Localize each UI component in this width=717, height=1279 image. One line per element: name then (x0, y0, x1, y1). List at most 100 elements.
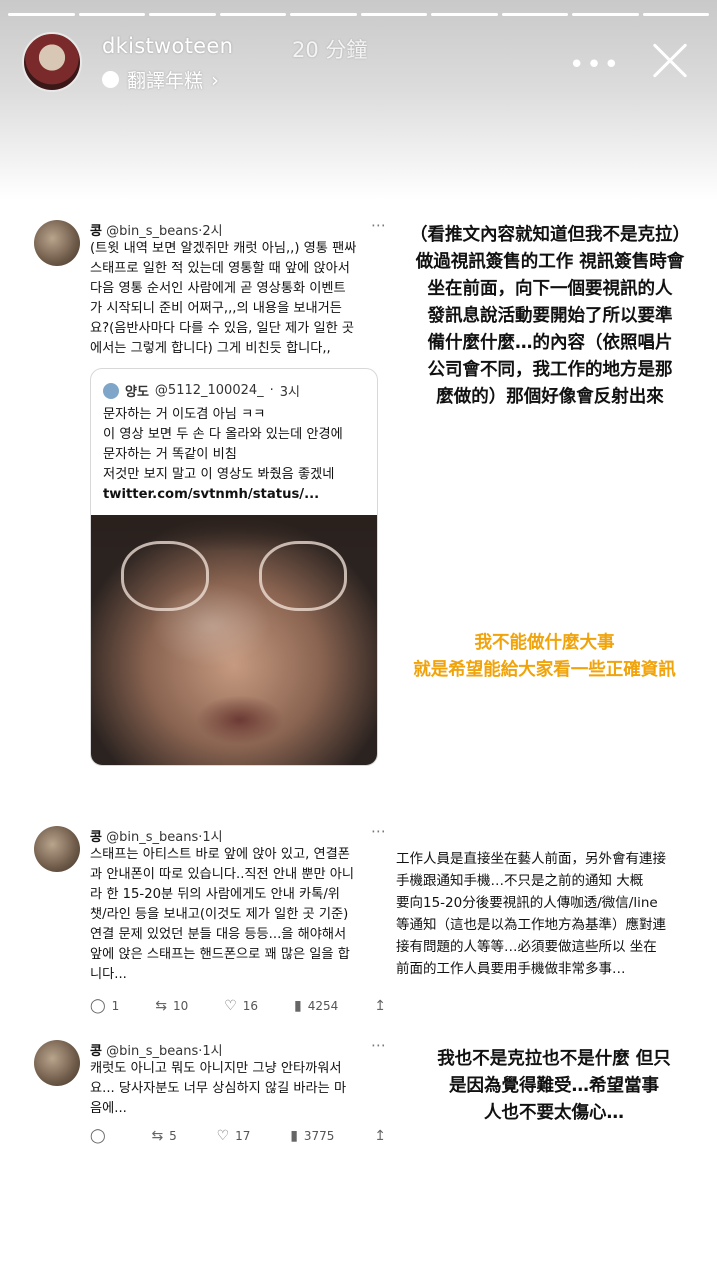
caption-line: 工作人員是直接坐在藝人前面，另外會有連接 (396, 851, 666, 867)
tweet-avatar (34, 220, 80, 266)
caption-translation-2: 工作人員是直接坐在藝人前面，另外會有連接 手機跟通知手機…不只是之前的通知 大概… (396, 848, 696, 980)
quoted-line: 문자하는 거 이도겸 아님 ㅋㅋ (103, 407, 266, 422)
chevron-right-icon: › (211, 67, 220, 92)
tweet-more-icon[interactable]: ⋯ (371, 1036, 386, 1054)
tweet-line: 다음 영통 순서인 사람에게 곧 영상통화 이벤트 (90, 281, 346, 296)
tweet-line: 에서는 그렇게 합니다) 그게 비친듯 합니다,, (90, 341, 331, 356)
caption-line: 麼做的）那個好像會反射出來 (436, 387, 664, 407)
caption-line: 發訊息說活動要開始了所以要準 (427, 306, 673, 326)
retweet-button[interactable]: ⇆ 10 (155, 998, 188, 1014)
retweet-button[interactable]: ⇆ 5 (151, 1128, 176, 1144)
tweet-time: 1시 (202, 1044, 223, 1059)
progress-segment (501, 13, 568, 16)
translate-link[interactable]: 翻譯年糕 › (102, 66, 219, 93)
quoted-line: 문자하는 거 똑같이 비침 (103, 447, 237, 462)
caption-line: （看推文內容就知道但我不是克拉） (410, 225, 690, 245)
tweet-handle: @bin_s_beans (106, 830, 199, 845)
quoted-link[interactable]: twitter.com/svtnmh/status/... (103, 485, 369, 505)
caption-line: 前面的工作人員要用手機做非常多事… (396, 961, 626, 977)
views-button[interactable]: ▮ 3775 (290, 1128, 334, 1144)
tweet-line: 캐럿도 아니고 뭐도 아니지만 그냥 안타까워서 (90, 1061, 342, 1076)
quoted-tweet[interactable]: 양도 @5112_100024_ · 3시 문자하는 거 이도겸 아님 ㅋㅋ 이 영… (90, 368, 378, 766)
tweet-actions: ◯ ⇆ 5 ♡ 17 ▮ 3775 ↥ (90, 1128, 386, 1144)
glasses-right-lens (259, 541, 347, 611)
caption-line: 要向15-20分後要視訊的人傳咖透/微信/line (396, 895, 658, 911)
tweet-line: 니다... (90, 967, 127, 982)
caption-line: 我也不是克拉也不是什麼 但只 (437, 1049, 671, 1069)
tweet-line: 과 안내폰이 따로 있습니다..직전 안내 뿐만 아니 (90, 867, 355, 882)
tweet-line: 챗/라인 등을 보내고(이것도 제가 일한 곳 기준) (90, 907, 349, 922)
translate-icon (102, 71, 119, 88)
more-dots-icon[interactable]: ••• (569, 50, 621, 80)
like-count: 17 (235, 1129, 251, 1143)
story-header: dkistwoteen 20 分鐘 翻譯年糕 › ••• (22, 28, 703, 98)
story-progress-bar (8, 13, 709, 16)
tweet-actions: ◯ 1 ⇆ 10 ♡ 16 ▮ 4254 ↥ (90, 998, 386, 1014)
caption-line: 等通知（這也是以為工作地方為基準）應對連 (396, 917, 666, 933)
quoted-line: 저것만 보지 말고 이 영상도 봐줬음 좋겠네 (103, 467, 335, 482)
quoted-author-name: 양도 (125, 385, 149, 400)
tweet-card: 콩 @bin_s_beans·2시 ⋯ (트윗 내역 보면 알겠쥐만 캐럿 아님… (34, 216, 386, 780)
view-count: 3775 (303, 1129, 335, 1143)
glasses-left-lens (121, 541, 209, 611)
progress-segment (290, 13, 357, 16)
bar-chart-icon: ▮ (294, 998, 302, 1014)
tweet-more-icon[interactable]: ⋯ (371, 216, 386, 234)
tweet-line: 스태프는 아티스트 바로 앞에 앉아 있고, 연결폰 (90, 847, 350, 862)
caption-line: 做過視訊簽售的工作 視訊簽售時會 (415, 252, 685, 272)
tweet-card: 콩 @bin_s_beans·1시 ⋯ 스태프는 아티스트 바로 앞에 앉아 있… (34, 822, 386, 1016)
tweet-author-name: 콩 (90, 224, 102, 239)
tweet-line: 요?(음반사마다 다를 수 있음, 일단 제가 일한 곳 (90, 321, 355, 336)
tweet-handle: @bin_s_beans (106, 224, 199, 239)
heart-icon: ♡ (216, 1128, 230, 1144)
tweet-text: 캐럿도 아니고 뭐도 아니지만 그냥 안타까워서 요... 당사자분도 너무 상… (90, 1059, 386, 1119)
tweet-line: 연결 문제 있었던 분들 대응 등등...을 해야해서 (90, 927, 347, 942)
quoted-time: 3시 (279, 385, 301, 400)
tweet-header: 콩 @bin_s_beans·1시 (90, 830, 223, 845)
share-icon: ↥ (374, 1128, 386, 1144)
tweet-avatar (34, 826, 80, 872)
profile-avatar[interactable] (22, 32, 82, 92)
tweet-line: 앞에 앉은 스태프는 핸드폰으로 꽤 많은 일을 합 (90, 947, 350, 962)
retweet-icon: ⇆ (151, 1128, 164, 1144)
retweet-count: 5 (169, 1129, 177, 1143)
reply-icon: ◯ (90, 1128, 106, 1144)
reply-button[interactable]: ◯ 1 (90, 998, 119, 1014)
share-button[interactable]: ↥ (374, 998, 386, 1014)
tweet-line: 라 한 15-20분 뒤의 사람에게도 안내 카톡/위 (90, 887, 340, 902)
close-icon[interactable] (647, 38, 691, 82)
caption-line: 坐在前面，向下一個要視訊的人 (427, 279, 673, 299)
like-button[interactable]: ♡ 17 (217, 1128, 251, 1144)
tweet-line: 요... 당사자분도 너무 상심하지 않길 바라는 마 (90, 1081, 347, 1096)
progress-segment (8, 13, 75, 16)
video-thumbnail[interactable] (91, 515, 377, 765)
caption-line: 就是希望能給大家看一些正確資訊 (413, 660, 676, 680)
tweet-line: 가 시작되니 준비 어쩌구,,,의 내용을 보내거든 (90, 301, 342, 316)
caption-line: 備什麼什麼…的內容（依照唱片 (427, 333, 673, 353)
tweet-more-icon[interactable]: ⋯ (371, 822, 386, 840)
tweet-line: 음에... (90, 1101, 127, 1116)
tweet-time: 1시 (202, 830, 223, 845)
share-button[interactable]: ↥ (374, 1128, 386, 1144)
like-button[interactable]: ♡ 16 (224, 998, 258, 1014)
tweet-line: (트윗 내역 보면 알겠쥐만 캐럿 아님,,) 영통 팬싸 (90, 241, 357, 256)
views-button[interactable]: ▮ 4254 (294, 998, 338, 1014)
story-username[interactable]: dkistwoteen (102, 34, 233, 58)
story-timestamp: 20 分鐘 (292, 38, 368, 62)
tweet-handle: @bin_s_beans (106, 1044, 199, 1059)
tweet-avatar (34, 1040, 80, 1086)
reply-icon: ◯ (90, 998, 106, 1014)
caption-line: 人也不要太傷心… (484, 1103, 624, 1123)
tweet-text: 스태프는 아티스트 바로 앞에 앉아 있고, 연결폰 과 안내폰이 따로 있습니… (90, 845, 386, 985)
caption-line: 是因為覺得難受…希望當事 (449, 1076, 659, 1096)
caption-translation-1: （看推文內容就知道但我不是克拉） 做過視訊簽售的工作 視訊簽售時會 坐在前面，向… (400, 222, 700, 411)
tweet-header: 콩 @bin_s_beans·1시 (90, 1044, 223, 1059)
reply-button[interactable]: ◯ (90, 1128, 112, 1144)
heart-icon: ♡ (224, 998, 237, 1014)
quoted-avatar (103, 382, 119, 399)
quoted-line: 이 영상 보면 두 손 다 올라와 있는데 안경에 (103, 427, 343, 442)
retweet-count: 10 (173, 999, 189, 1013)
tweet-card: 콩 @bin_s_beans·1시 ⋯ 캐럿도 아니고 뭐도 아니지만 그냥 안… (34, 1036, 386, 1150)
bar-chart-icon: ▮ (290, 1128, 298, 1144)
tweet-text: (트윗 내역 보면 알겠쥐만 캐럿 아님,,) 영통 팬싸 스태프로 일한 적 … (90, 239, 386, 359)
